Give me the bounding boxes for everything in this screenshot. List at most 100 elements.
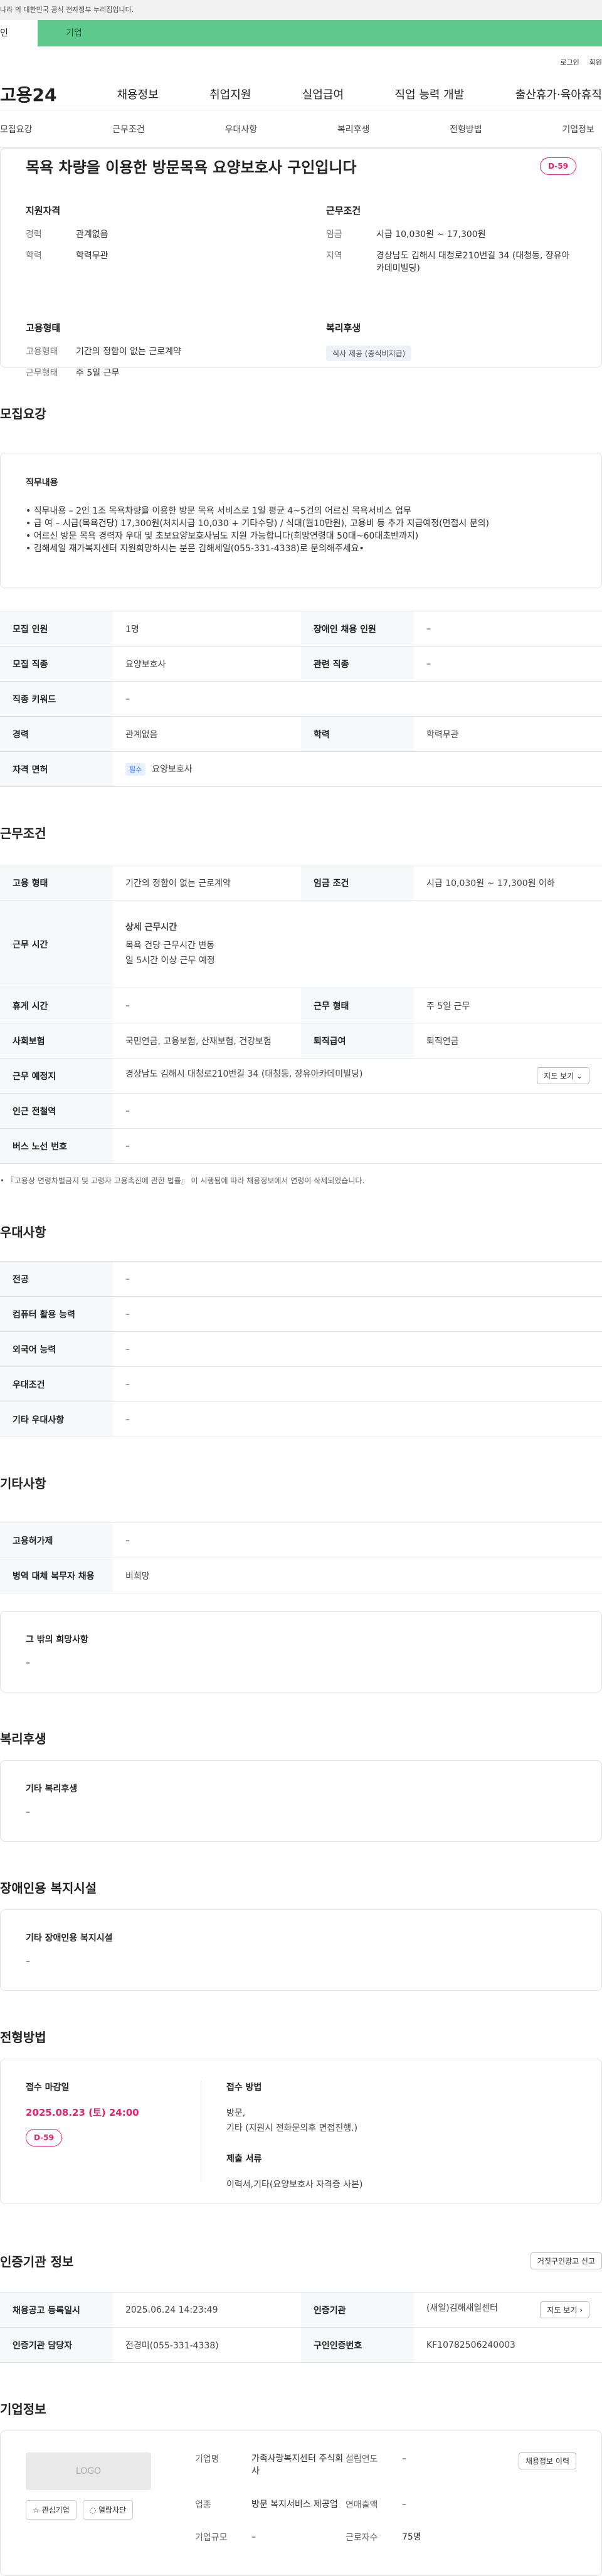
kv-value: 학력무관 bbox=[76, 251, 108, 261]
cell-label: 우대조건 bbox=[0, 1366, 113, 1402]
cell-value: – bbox=[113, 1296, 602, 1332]
welfare-block: 복리후생 식사 제공 (중식비지급) bbox=[326, 321, 576, 388]
table-row: 인근 전철역 – bbox=[0, 1093, 602, 1129]
cell-value: – bbox=[414, 611, 602, 647]
cell-label: 고용 형태 bbox=[0, 865, 113, 900]
hiring-history-button[interactable]: 채용정보 이력 bbox=[518, 2452, 576, 2469]
map-button[interactable]: 지도 보기 ⌄ bbox=[537, 1067, 589, 1084]
kv-label: 근무형태 bbox=[26, 368, 58, 378]
cell-value: – bbox=[251, 2532, 256, 2543]
qualification-block: 지원자격 경력 관계없음 학력 학력무관 bbox=[26, 204, 276, 283]
tab-company[interactable]: 기업 bbox=[38, 20, 602, 46]
table-row: 병역 대체 복무자 채용 비희망 bbox=[0, 1558, 602, 1593]
tab-recruit[interactable]: 모집요강 bbox=[0, 123, 33, 135]
license-value: 요양보호사 bbox=[152, 764, 193, 774]
cell-label: 고용허가제 bbox=[0, 1523, 113, 1558]
inst-map-button[interactable]: 지도 보기 › bbox=[540, 2301, 589, 2318]
cell-value: – bbox=[414, 646, 602, 682]
method-value: 방문, 기타 (지원시 전화문의후 면접진행.) bbox=[226, 2106, 362, 2136]
section-heading: 인증기관 정보 bbox=[0, 2254, 74, 2269]
inst-table: 채용공고 등록일시 2025.06.24 14:23:49 인증기관 (새일)김… bbox=[0, 2292, 602, 2363]
employment-heading: 고용형태 bbox=[26, 322, 61, 334]
block-company-button[interactable]: ◌ 열람차단 bbox=[82, 2500, 134, 2520]
gnb-item-unemployment-benefit[interactable]: 실업급여 bbox=[302, 86, 344, 102]
tab-selection[interactable]: 전형방법 bbox=[450, 123, 482, 135]
duty-line: • 김해세일 재가복지센터 지원희망하시는 분은 김해세일(055-331-43… bbox=[26, 544, 364, 554]
user-type-tabs: 인 기업 bbox=[0, 20, 602, 46]
table-row: 인증기관 담당자 전경미(055-331-4338) 구인인증번호 KF1078… bbox=[0, 2327, 602, 2363]
table-row: 기타 우대사항 – bbox=[0, 1401, 602, 1437]
section-title-company: 기업정보 bbox=[0, 2363, 602, 2431]
cell-value: KF10782506240003 bbox=[414, 2327, 602, 2363]
cell-label: 채용공고 등록일시 bbox=[0, 2292, 113, 2328]
etc-table: 고용허가제 – 병역 대체 복무자 채용 비희망 bbox=[0, 1523, 602, 1593]
tab-individual[interactable]: 인 bbox=[0, 20, 38, 46]
table-row: 모집 인원 1명 장애인 채용 인원 – bbox=[0, 611, 602, 647]
dday-badge: D-59 bbox=[26, 2129, 62, 2146]
table-row: 근무 예정지 경상남도 김해시 대청로210번길 34 (대청동, 장유아카데미… bbox=[0, 1058, 602, 1094]
cell-value: 1명 bbox=[113, 611, 301, 647]
duty-card: 직무내용 • 직무내용 – 2인 1조 목욕차량을 이용한 방문 목욕 서비스로… bbox=[0, 453, 602, 588]
cell-value: 국민연금, 고용보험, 산재보험, 건강보험 bbox=[113, 1023, 301, 1058]
tab-work-conditions[interactable]: 근무조건 bbox=[112, 123, 145, 135]
tab-welfare[interactable]: 복리후생 bbox=[337, 123, 370, 135]
cell-value: – bbox=[402, 2454, 406, 2464]
benefit-card: 기타 복리후생 – bbox=[0, 1760, 602, 1842]
section-heading: 기업정보 bbox=[0, 2402, 46, 2417]
section-heading: 장애인용 복지시설 bbox=[0, 1881, 97, 1896]
table-row: 채용공고 등록일시 2025.06.24 14:23:49 인증기관 (새일)김… bbox=[0, 2292, 602, 2328]
cell-label: 연매출액 bbox=[346, 2499, 378, 2510]
dday-badge: D-59 bbox=[540, 157, 576, 175]
duty-heading: 직무내용 bbox=[26, 478, 58, 488]
gnb-item-employment-support[interactable]: 취업지원 bbox=[209, 86, 251, 102]
table-row: 컴퓨터 활용 능력 – bbox=[0, 1296, 602, 1332]
cell-value: 방문 복지서비스 제공업 bbox=[251, 2499, 338, 2510]
gov-notice-bar: 나라 의 대한민국 공식 전자정부 누리집입니다. bbox=[0, 0, 602, 20]
gnb-item-parental-leave[interactable]: 출산휴가·육아휴직 bbox=[515, 86, 602, 102]
cell-value: 75명 bbox=[402, 2532, 421, 2543]
age-notice: • 『고용상 연령차별금지 및 고령자 고용촉진에 관한 법률』 이 시행됨에 … bbox=[0, 1176, 365, 1185]
section-title-etc: 기타사항 bbox=[0, 1437, 602, 1523]
duty-line: • 급 여 – 시급(목욕건당) 17,300원(처치시급 10,030 + 기… bbox=[26, 519, 489, 529]
table-row: 경력 관계없음 학력 학력무관 bbox=[0, 716, 602, 752]
gov-notice-text: 나라 의 대한민국 공식 전자정부 누리집입니다. bbox=[0, 6, 134, 14]
table-row: 사회보험 국민연금, 고용보험, 산재보험, 건강보험 퇴직급여 퇴직연금 bbox=[0, 1023, 602, 1058]
table-row: 근무 시간 상세 근무시간 목욕 건당 근무시간 변동 일 5시간 이상 근무 … bbox=[0, 900, 602, 988]
cell-label: 모집 인원 bbox=[0, 611, 113, 647]
facility-value: – bbox=[26, 1956, 30, 1966]
welfare-heading: 복리후생 bbox=[326, 322, 361, 334]
gnb-item-skills[interactable]: 직업 능력 개발 bbox=[395, 86, 465, 102]
tab-preferences[interactable]: 우대사항 bbox=[225, 123, 258, 135]
cell-label: 업종 bbox=[195, 2499, 211, 2510]
cell-value: – bbox=[113, 1261, 602, 1297]
company-card: LOGO ☆ 관심기업 ◌ 열람차단 기업명 가족사랑복지센터 주식회사 설립연… bbox=[0, 2431, 602, 2576]
cell-label: 기업규모 bbox=[195, 2533, 228, 2543]
kv-label: 고용형태 bbox=[26, 347, 58, 357]
cell-label: 인증기관 담당자 bbox=[0, 2327, 113, 2363]
cell-label: 근무 시간 bbox=[0, 900, 113, 988]
cell-value: 2025.06.24 14:23:49 bbox=[113, 2292, 301, 2328]
login-link[interactable]: 로그인 bbox=[560, 57, 579, 67]
cell-label: 기타 우대사항 bbox=[0, 1401, 113, 1437]
other-wishes-card: 그 밖의 희망사항 – bbox=[0, 1611, 602, 1692]
other-wishes-value: – bbox=[26, 1658, 30, 1668]
job-title: 목욕 차량을 이용한 방문목욕 요양보호사 구인입니다 bbox=[26, 159, 357, 176]
table-row: 버스 노선 번호 – bbox=[0, 1128, 602, 1164]
section-title-benefit: 복리후생 bbox=[0, 1692, 602, 1760]
cell-label: 직종 키워드 bbox=[0, 681, 113, 717]
cell-value: – bbox=[402, 2499, 406, 2510]
work-time-line: 일 5시간 이상 근무 예정 bbox=[125, 955, 215, 966]
cell-label: 임금 조건 bbox=[301, 865, 414, 900]
preference-table: 전공 – 컴퓨터 활용 능력 – 외국어 능력 – 우대조건 – 기타 우대사항 – bbox=[0, 1261, 602, 1437]
site-logo[interactable]: 고용24 bbox=[0, 82, 66, 107]
report-fake-ad-button[interactable]: 거짓구인광고 신고 bbox=[530, 2252, 602, 2269]
signup-link[interactable]: 회원 bbox=[589, 57, 602, 67]
tab-company-info[interactable]: 기업정보 bbox=[562, 123, 594, 135]
cell-label: 외국어 능력 bbox=[0, 1331, 113, 1367]
gnb-item-jobs[interactable]: 채용정보 bbox=[117, 86, 158, 102]
work-table: 고용 형태 기간의 정함이 없는 근로계약 임금 조건 시급 10,030원 ~… bbox=[0, 865, 602, 1164]
docs-value: 이력서,기타(요양보호사 자격증 사본) bbox=[226, 2180, 363, 2190]
cell-value: 주 5일 근무 bbox=[414, 988, 602, 1023]
favorite-company-button[interactable]: ☆ 관심기업 bbox=[26, 2500, 77, 2520]
recruit-table: 모집 인원 1명 장애인 채용 인원 – 모집 직종 요양보호사 관련 직종 –… bbox=[0, 611, 602, 787]
